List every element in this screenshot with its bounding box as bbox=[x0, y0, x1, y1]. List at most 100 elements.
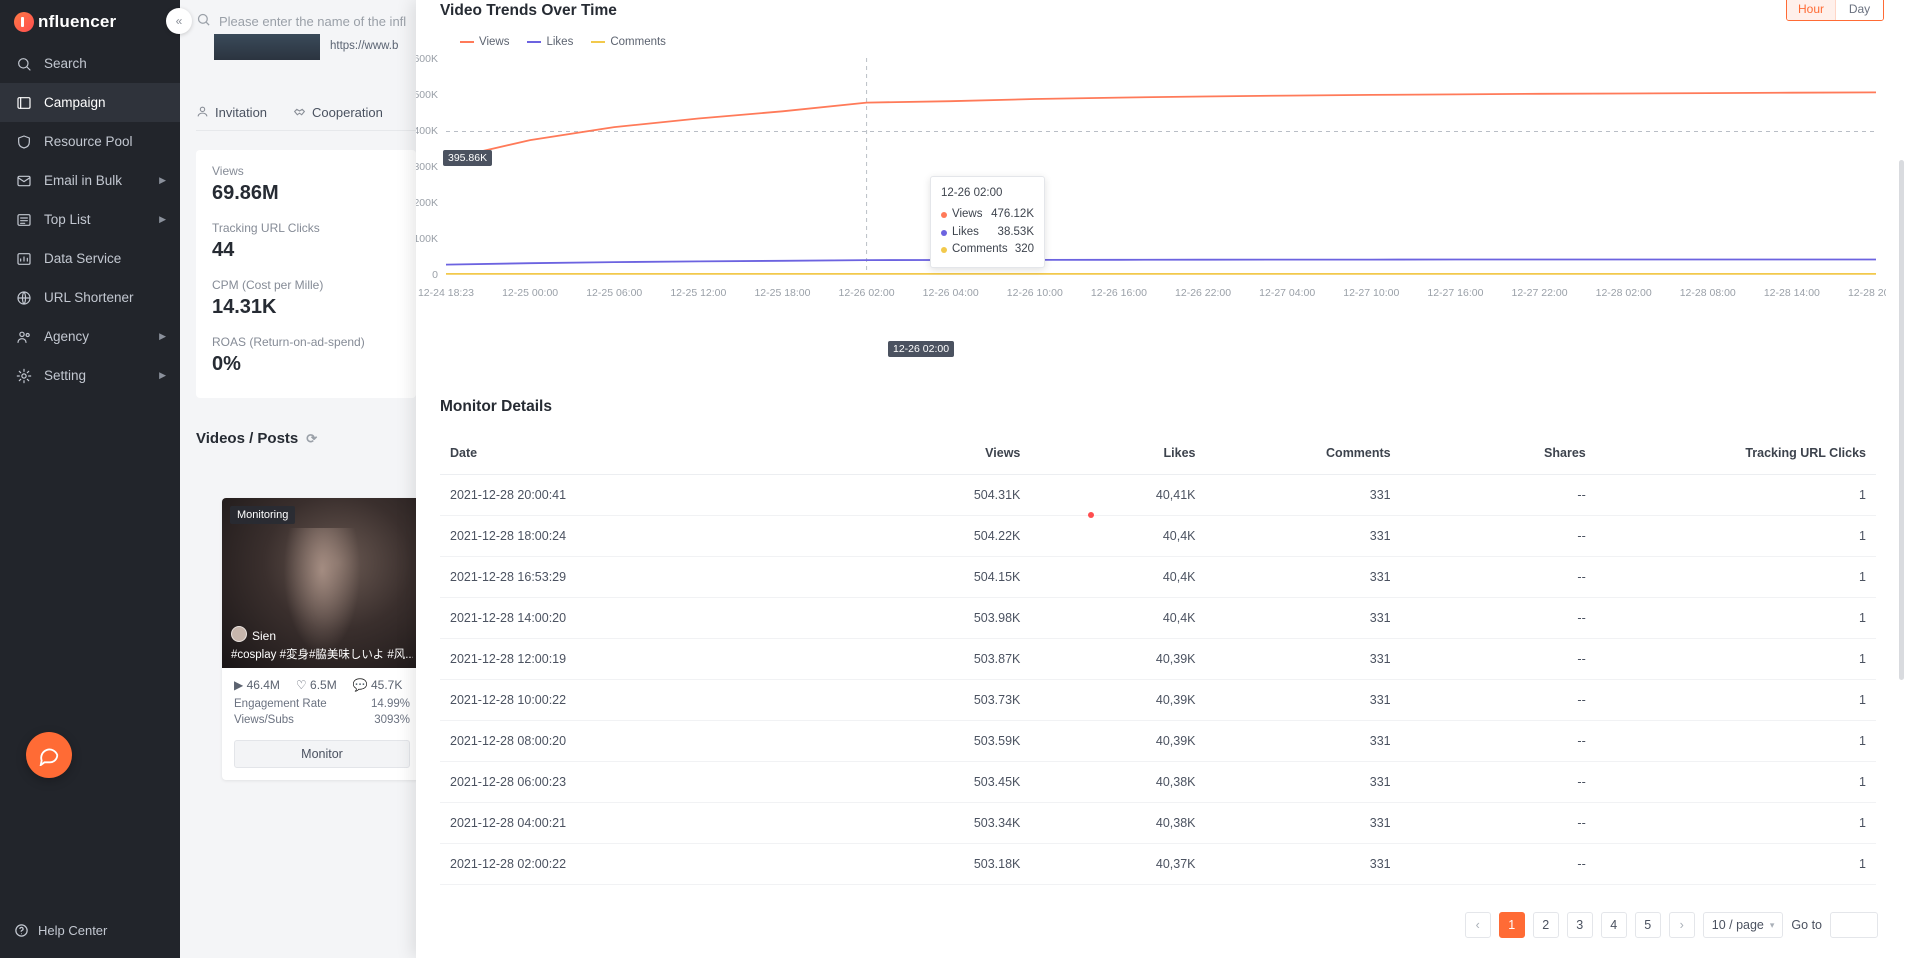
table-cell: -- bbox=[1400, 474, 1596, 516]
tab-cooperation[interactable]: Cooperation bbox=[293, 105, 383, 121]
sidebar-collapse-button[interactable]: « bbox=[166, 8, 192, 34]
table-cell: 40,41K bbox=[1030, 474, 1206, 516]
data-icon bbox=[14, 250, 34, 268]
table-cell: 503.18K bbox=[840, 843, 1031, 885]
sidebar-item-campaign[interactable]: Campaign bbox=[0, 83, 180, 122]
video-author: Sien bbox=[252, 629, 277, 643]
views-subs-value: 3093% bbox=[374, 714, 410, 726]
granularity-toggle[interactable]: Hour Day bbox=[1786, 0, 1884, 21]
handshake-icon bbox=[293, 105, 306, 121]
stat-views-label: Views bbox=[212, 164, 244, 178]
table-cell: 1 bbox=[1595, 802, 1876, 844]
table-body: 2021-12-28 20:00:41 504.31K 40,41K 331 -- 1 20… bbox=[440, 474, 1876, 885]
table-cell: 1 bbox=[1595, 556, 1876, 598]
svg-text:12-25 12:00: 12-25 12:00 bbox=[670, 287, 726, 299]
app-logo[interactable]: nfluencer bbox=[0, 0, 180, 44]
pagination-page-3[interactable]: 3 bbox=[1566, 912, 1593, 938]
table-row[interactable]: 2021-12-28 04:00:21 503.34K 40,38K 331 -- 1 bbox=[440, 802, 1876, 844]
sidebar-item-top-list[interactable]: Top List ▶ bbox=[0, 200, 180, 239]
table-cell: 2021-12-28 02:00:22 bbox=[440, 843, 841, 885]
refresh-icon[interactable]: ⟳ bbox=[306, 431, 317, 447]
live-chat-button[interactable] bbox=[26, 732, 72, 778]
svg-text:12-28 02:00: 12-28 02:00 bbox=[1596, 287, 1652, 299]
sidebar-item-agency[interactable]: Agency ▶ bbox=[0, 317, 180, 356]
table-cell: 2021-12-28 04:00:21 bbox=[440, 802, 841, 844]
sidebar-item-resource-pool[interactable]: Resource Pool bbox=[0, 122, 180, 161]
svg-text:12-26 02:00: 12-26 02:00 bbox=[839, 287, 895, 299]
chevron-right-icon: ▶ bbox=[159, 370, 166, 380]
stat-roas: ROAS (Return-on-ad-spend) 0% bbox=[212, 335, 400, 376]
page-size-select[interactable]: 10 / page ▾ bbox=[1702, 912, 1784, 938]
video-trends-chart: 0 100K 200K 300K 400K 500K 600K 12-24 18:23 12-2… bbox=[416, 53, 1886, 299]
table-row[interactable]: 2021-12-28 10:00:22 503.73K 40,39K 331 -- 1 bbox=[440, 679, 1876, 721]
table-header-views: Views bbox=[840, 432, 1031, 475]
profile-url: https://www.b bbox=[330, 40, 399, 52]
table-header-row: Date Views Likes Comments Shares Tracking URL… bbox=[440, 432, 1876, 475]
sidebar-item-label: Top List bbox=[44, 212, 91, 227]
table-row[interactable]: 2021-12-28 18:00:24 504.22K 40,4K 331 -- 1 bbox=[440, 515, 1876, 557]
table-row[interactable]: 2021-12-28 02:00:22 503.18K 40,37K 331 -- 1 bbox=[440, 843, 1876, 885]
panel-scrollbar[interactable] bbox=[1899, 160, 1904, 680]
tab-invitation[interactable]: Invitation bbox=[196, 105, 267, 121]
sidebar-item-label: URL Shortener bbox=[44, 290, 134, 305]
campaign-icon bbox=[14, 94, 34, 112]
svg-text:12-24 18:23: 12-24 18:23 bbox=[418, 287, 474, 299]
monitoring-badge: Monitoring bbox=[230, 506, 296, 524]
help-center-link[interactable]: Help Center bbox=[14, 923, 107, 938]
table-cell: 503.45K bbox=[840, 761, 1031, 803]
search-input[interactable]: Please enter the name of the infl bbox=[196, 8, 416, 34]
pagination-page-2[interactable]: 2 bbox=[1532, 912, 1559, 938]
mail-icon bbox=[14, 172, 34, 190]
video-card[interactable]: Monitoring Sien #cosplay #変身#脇美味しいよ #风..… bbox=[222, 498, 422, 780]
page-size-label: 10 / page bbox=[1711, 918, 1764, 932]
sidebar-item-url-shortener[interactable]: URL Shortener bbox=[0, 278, 180, 317]
toggle-hour[interactable]: Hour bbox=[1787, 0, 1835, 20]
sidebar-item-search[interactable]: Search bbox=[0, 44, 180, 83]
table-cell: -- bbox=[1400, 597, 1596, 639]
sidebar-item-setting[interactable]: Setting ▶ bbox=[0, 356, 180, 395]
svg-text:12-26 10:00: 12-26 10:00 bbox=[1007, 287, 1063, 299]
table-row[interactable]: 2021-12-28 06:00:23 503.45K 40,38K 331 -- 1 bbox=[440, 761, 1876, 803]
toggle-day[interactable]: Day bbox=[1835, 0, 1883, 20]
table-cell: 503.59K bbox=[840, 720, 1031, 762]
tab-cooperation-label: Cooperation bbox=[312, 105, 383, 120]
svg-text:12-27 10:00: 12-27 10:00 bbox=[1343, 287, 1399, 299]
pagination-page-5[interactable]: 5 bbox=[1634, 912, 1661, 938]
stat-clicks-value: 44 bbox=[212, 239, 235, 261]
goto-input[interactable] bbox=[1830, 912, 1878, 938]
pagination-next[interactable]: › bbox=[1668, 912, 1695, 938]
table-cell: 1 bbox=[1595, 515, 1876, 557]
stat-cpm-label: CPM (Cost per Mille) bbox=[212, 278, 324, 292]
pagination-prev[interactable]: ‹ bbox=[1464, 912, 1491, 938]
svg-text:400K: 400K bbox=[416, 125, 438, 137]
svg-text:12-26 16:00: 12-26 16:00 bbox=[1091, 287, 1147, 299]
table-row[interactable]: 2021-12-28 12:00:19 503.87K 40,39K 331 -- 1 bbox=[440, 638, 1876, 680]
pagination-page-4[interactable]: 4 bbox=[1600, 912, 1627, 938]
table-row[interactable]: 2021-12-28 08:00:20 503.59K 40,39K 331 -- 1 bbox=[440, 720, 1876, 762]
profile-banner bbox=[214, 34, 320, 60]
panel-title: Video Trends Over Time bbox=[440, 2, 617, 19]
table-header: Date Views Likes Comments Shares Tracking URL… bbox=[440, 432, 1876, 475]
stat-roas-value: 0% bbox=[212, 353, 241, 375]
table-cell: 40,38K bbox=[1030, 761, 1206, 803]
table-row[interactable]: 2021-12-28 20:00:41 504.31K 40,41K 331 -- 1 bbox=[440, 474, 1876, 516]
chevron-right-icon: ▶ bbox=[159, 214, 166, 224]
chevron-right-icon: ▶ bbox=[159, 331, 166, 341]
table-cell: 2021-12-28 18:00:24 bbox=[440, 515, 841, 557]
behind-content-area bbox=[180, 0, 416, 958]
sidebar: nfluencer Search Campaign Resource Pool Ema… bbox=[0, 0, 180, 958]
agency-icon bbox=[14, 328, 34, 346]
table-row[interactable]: 2021-12-28 14:00:20 503.98K 40,4K 331 -- 1 bbox=[440, 597, 1876, 639]
table-row[interactable]: 2021-12-28 16:53:29 504.15K 40,4K 331 -- 1 bbox=[440, 556, 1876, 598]
sidebar-item-email-in-bulk[interactable]: Email in Bulk ▶ bbox=[0, 161, 180, 200]
table-cell: 503.34K bbox=[840, 802, 1031, 844]
avatar bbox=[231, 626, 247, 642]
table-cell: 1 bbox=[1595, 638, 1876, 680]
pagination-page-1[interactable]: 1 bbox=[1498, 912, 1525, 938]
table-cell: -- bbox=[1400, 679, 1596, 721]
engagement-rate-row: Engagement Rate 14.99% bbox=[222, 698, 422, 714]
monitor-button[interactable]: Monitor bbox=[234, 740, 410, 768]
video-likes: ♡ 6.5M bbox=[295, 678, 337, 692]
sidebar-item-data-service[interactable]: Data Service bbox=[0, 239, 180, 278]
table-cell: 331 bbox=[1205, 556, 1401, 598]
